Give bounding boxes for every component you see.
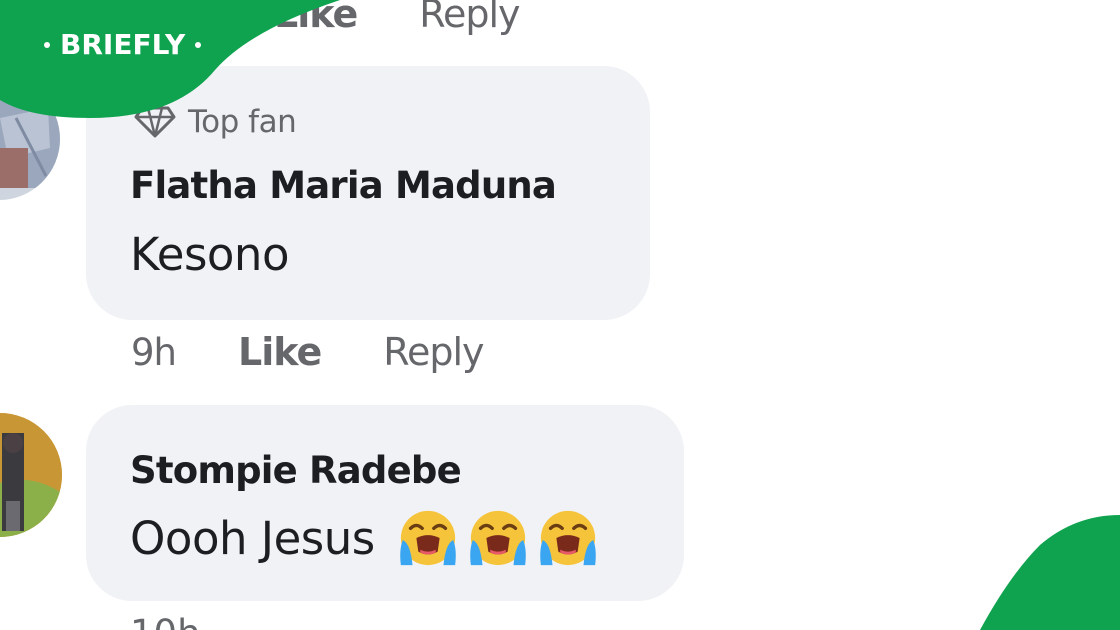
brand-name: BRIEFLY	[60, 28, 186, 61]
comment-text: Oooh Jesus	[130, 507, 599, 569]
comment-author[interactable]: Flatha Maria Maduna	[130, 164, 557, 207]
reply-button[interactable]: Reply	[419, 0, 520, 36]
brand-logo: BRIEFLY	[44, 28, 202, 61]
facebook-comments-screenshot: Like Reply Top fan Flatha Maria Maduna K…	[0, 0, 1120, 630]
emoji-row	[397, 507, 599, 569]
brand-banner-shape	[0, 0, 340, 118]
brand-dot-left	[44, 41, 50, 48]
comment-text-content: Oooh Jesus	[130, 511, 375, 565]
loudly-crying-face-icon	[399, 510, 456, 566]
loudly-crying-face-icon	[539, 510, 596, 566]
comment-timestamp[interactable]: 10h	[130, 612, 201, 630]
like-button[interactable]: Like	[238, 330, 322, 374]
brand-dot-right	[195, 41, 202, 48]
avatar[interactable]	[0, 413, 62, 537]
comment-actions: 9h Like Reply	[131, 330, 485, 374]
comment-text-content: Kesono	[130, 228, 289, 281]
reply-button[interactable]: Reply	[383, 330, 484, 374]
loudly-crying-face-icon	[469, 510, 526, 566]
brand-corner-shape	[980, 515, 1120, 630]
avatar-image	[0, 413, 62, 537]
comment-timestamp[interactable]: 9h	[131, 331, 177, 374]
comment-bubble: Stompie Radebe Oooh Jesus	[86, 405, 684, 601]
comment-author[interactable]: Stompie Radebe	[130, 449, 462, 492]
comment-text: Kesono	[130, 228, 289, 281]
